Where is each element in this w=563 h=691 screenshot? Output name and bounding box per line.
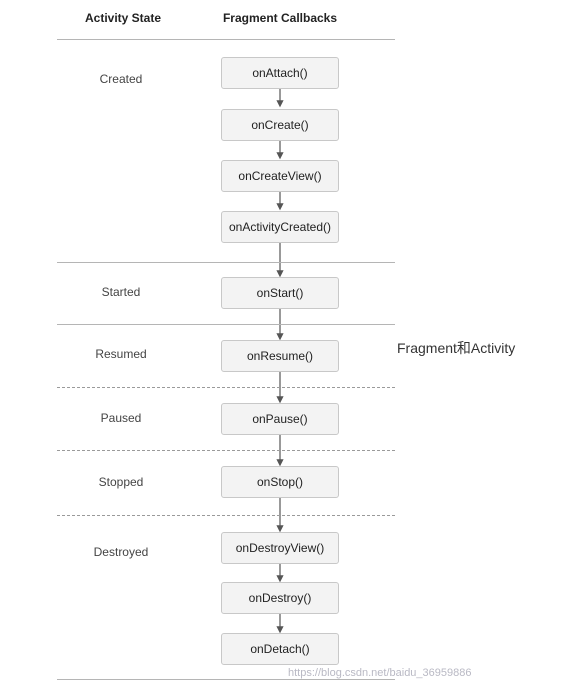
callback-node-onpause: onPause() xyxy=(221,403,339,435)
separator-resumed-paused xyxy=(57,387,395,388)
separator-top xyxy=(57,39,395,40)
callback-node-oncreateview: onCreateView() xyxy=(221,160,339,192)
fragment-lifecycle-diagram: Activity State Fragment Callbacks Create… xyxy=(0,0,563,691)
watermark-text: https://blog.csdn.net/baidu_36959886 xyxy=(288,667,472,679)
state-label-started: Started xyxy=(101,285,141,299)
separator-stopped-destroyed xyxy=(57,515,395,516)
state-label-resumed: Resumed xyxy=(95,347,147,361)
separator-started-resumed xyxy=(57,324,395,325)
separator-paused-stopped xyxy=(57,450,395,451)
separator-created-started xyxy=(57,262,395,263)
state-label-paused: Paused xyxy=(100,411,142,425)
state-label-created: Created xyxy=(99,72,143,86)
callback-node-onattach: onAttach() xyxy=(221,57,339,89)
state-label-destroyed: Destroyed xyxy=(93,545,149,559)
callback-node-onactivitycreated: onActivityCreated() xyxy=(221,211,339,243)
column-header-fragment-callbacks: Fragment Callbacks xyxy=(222,11,338,25)
callback-node-onstart: onStart() xyxy=(221,277,339,309)
annotation-fragment-activity: Fragment和Activity xyxy=(397,340,516,356)
callback-node-oncreate: onCreate() xyxy=(221,109,339,141)
callback-node-ondetach: onDetach() xyxy=(221,633,339,665)
column-header-activity-state: Activity State xyxy=(84,11,162,25)
callback-node-onresume: onResume() xyxy=(221,340,339,372)
state-label-stopped: Stopped xyxy=(98,475,144,489)
callback-node-ondestroy: onDestroy() xyxy=(221,582,339,614)
callback-node-ondestroyview: onDestroyView() xyxy=(221,532,339,564)
callback-node-onstop: onStop() xyxy=(221,466,339,498)
separator-bottom xyxy=(57,679,395,680)
